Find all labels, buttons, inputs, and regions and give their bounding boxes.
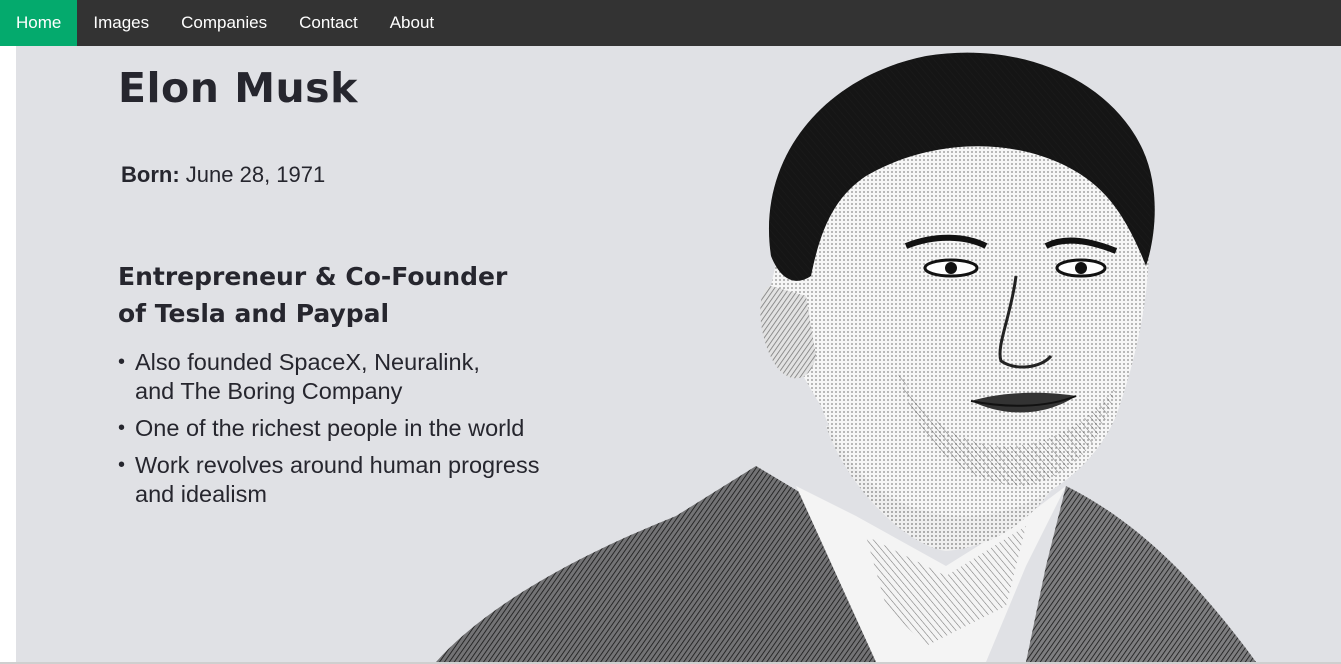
top-nav: Home Images Companies Contact About: [0, 0, 1341, 46]
fact-line: and idealism: [135, 481, 267, 507]
headline-line-2: of Tesla and Paypal: [118, 299, 390, 328]
nav-images[interactable]: Images: [77, 0, 165, 46]
hero-text: Elon Musk Born: June 28, 1971 Entreprene…: [118, 64, 539, 507]
born-label: Born:: [121, 162, 180, 187]
born-value: June 28, 1971: [185, 162, 326, 187]
headline-line-1: Entrepreneur & Co-Founder: [118, 262, 508, 291]
facts-list: Also founded SpaceX, Neuralink, and The …: [118, 348, 638, 517]
nav-home[interactable]: Home: [0, 0, 78, 46]
fact-item: Also founded SpaceX, Neuralink, and The …: [118, 348, 638, 406]
page-title: Elon Musk: [118, 64, 358, 112]
fact-item: One of the richest people in the world: [118, 414, 638, 443]
hero-banner: Elon Musk Born: June 28, 1971 Entreprene…: [16, 46, 1341, 662]
nav-about[interactable]: About: [374, 0, 450, 46]
fact-line: Work revolves around human progress: [135, 452, 540, 478]
fact-item: Work revolves around human progress and …: [118, 451, 638, 509]
fact-line: Also founded SpaceX, Neuralink,: [135, 349, 480, 375]
fact-line: One of the richest people in the world: [135, 415, 525, 441]
birth-date: Born: June 28, 1971: [121, 162, 325, 188]
fact-line: and The Boring Company: [135, 378, 403, 404]
nav-contact[interactable]: Contact: [283, 0, 374, 46]
nav-companies[interactable]: Companies: [165, 0, 283, 46]
headline: Entrepreneur & Co-Founder of Tesla and P…: [118, 258, 638, 332]
